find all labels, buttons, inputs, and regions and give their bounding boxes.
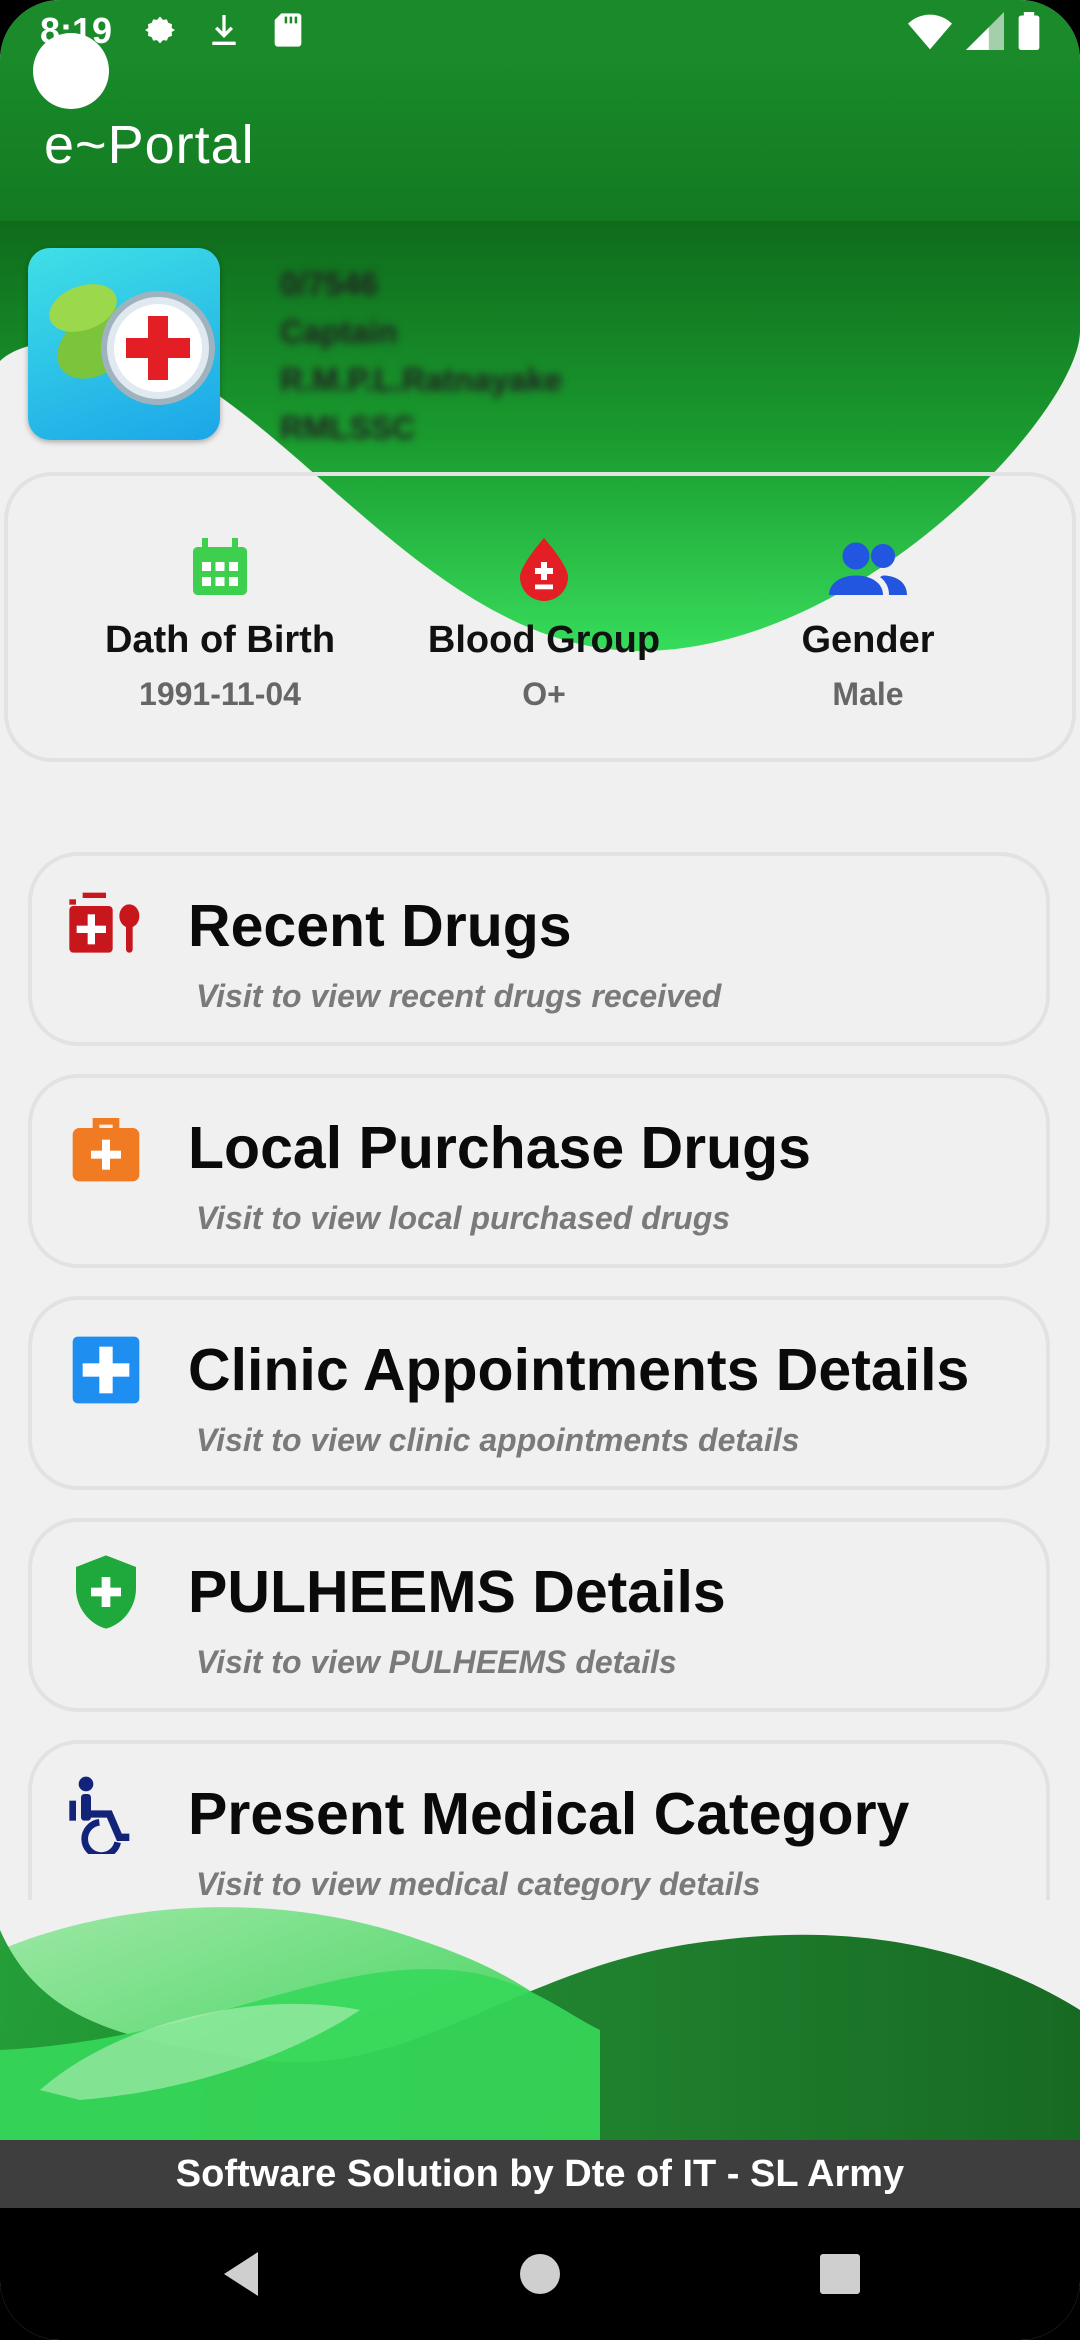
wifi-icon <box>908 14 952 50</box>
signal-icon <box>966 12 1004 50</box>
gender-label: Gender <box>801 619 935 661</box>
blood-drop-icon <box>520 538 568 601</box>
service-number: 0/7546 <box>280 266 378 302</box>
dob-value: 1991-11-04 <box>139 676 301 712</box>
bottom-wave <box>0 1900 1080 2140</box>
camera-cutout <box>33 33 109 109</box>
local-purchase-drugs-title: Local Purchase Drugs <box>188 1115 811 1181</box>
recent-drugs-button[interactable]: Recent Drugs Visit to view recent drugs … <box>28 852 1050 1046</box>
clinic-appointments-subtitle: Visit to view clinic appointments detail… <box>196 1422 800 1458</box>
status-bar: 8:19 <box>0 0 1080 66</box>
status-notification-icons <box>140 10 308 50</box>
present-medical-category-title: Present Medical Category <box>188 1781 910 1847</box>
footer-credit: Software Solution by Dte of IT - SL Army <box>0 2140 1080 2208</box>
battery-icon <box>1018 12 1040 50</box>
blood-group-section: Blood Group O+ <box>384 532 704 713</box>
gender-value: Male <box>832 676 904 712</box>
medical-leaf-logo-icon <box>49 284 215 405</box>
user-unit: RMLSSC <box>280 410 416 446</box>
clinic-appointments-title: Clinic Appointments Details <box>188 1337 970 1403</box>
user-details: 0/7546 Captain R.M.P.L.Ratnayake RMLSSC <box>280 260 562 452</box>
personal-info-card: Dath of Birth 1991-11-04 Blood Group O+ … <box>4 472 1076 762</box>
screen: 8:19 e~Portal 0/7546 Captain R.M.P.L.Rat… <box>0 0 1080 2340</box>
pulheems-details-title: PULHEEMS Details <box>188 1559 726 1625</box>
recent-drugs-subtitle: Visit to view recent drugs received <box>196 978 722 1014</box>
local-purchase-drugs-button[interactable]: Local Purchase Drugs Visit to view local… <box>28 1074 1050 1268</box>
pulheems-details-button[interactable]: PULHEEMS Details Visit to view PULHEEMS … <box>28 1518 1050 1712</box>
app-bar: e~Portal <box>0 66 1080 221</box>
wheelchair-icon <box>69 1776 130 1854</box>
settings-icon <box>145 16 175 44</box>
blood-group-value: O+ <box>522 676 566 712</box>
recent-drugs-title: Recent Drugs <box>188 893 572 959</box>
pulheems-details-subtitle: Visit to view PULHEEMS details <box>196 1644 677 1680</box>
blood-group-label: Blood Group <box>427 619 661 661</box>
download-icon <box>212 15 236 45</box>
back-icon[interactable] <box>218 2242 262 2306</box>
present-medical-category-button[interactable]: Present Medical Category Visit to view m… <box>28 1740 1050 1918</box>
first-aid-case-icon <box>72 1118 140 1182</box>
calendar-icon <box>193 538 247 595</box>
user-name: R.M.P.L.Ratnayake <box>280 362 563 398</box>
sd-card-icon <box>274 13 302 47</box>
dob-label: Dath of Birth <box>104 619 336 661</box>
app-logo <box>28 248 220 440</box>
recent-apps-icon[interactable] <box>818 2242 862 2306</box>
clinic-appointments-button[interactable]: Clinic Appointments Details Visit to vie… <box>28 1296 1050 1490</box>
app-title: e~Portal <box>44 115 255 175</box>
people-icon <box>829 542 907 595</box>
present-medical-category-subtitle: Visit to view medical category details <box>196 1866 761 1902</box>
health-shield-icon <box>76 1555 136 1629</box>
status-system-icons <box>908 12 1040 50</box>
medical-cross-icon <box>72 1336 140 1404</box>
system-navigation-bar <box>0 2208 1080 2340</box>
dob-section: Dath of Birth 1991-11-04 <box>60 532 380 713</box>
medicine-kit-icon <box>69 892 140 953</box>
gender-section: Gender Male <box>708 532 1028 713</box>
home-icon[interactable] <box>518 2242 562 2306</box>
user-rank: Captain <box>280 314 398 350</box>
local-purchase-drugs-subtitle: Visit to view local purchased drugs <box>196 1200 731 1236</box>
